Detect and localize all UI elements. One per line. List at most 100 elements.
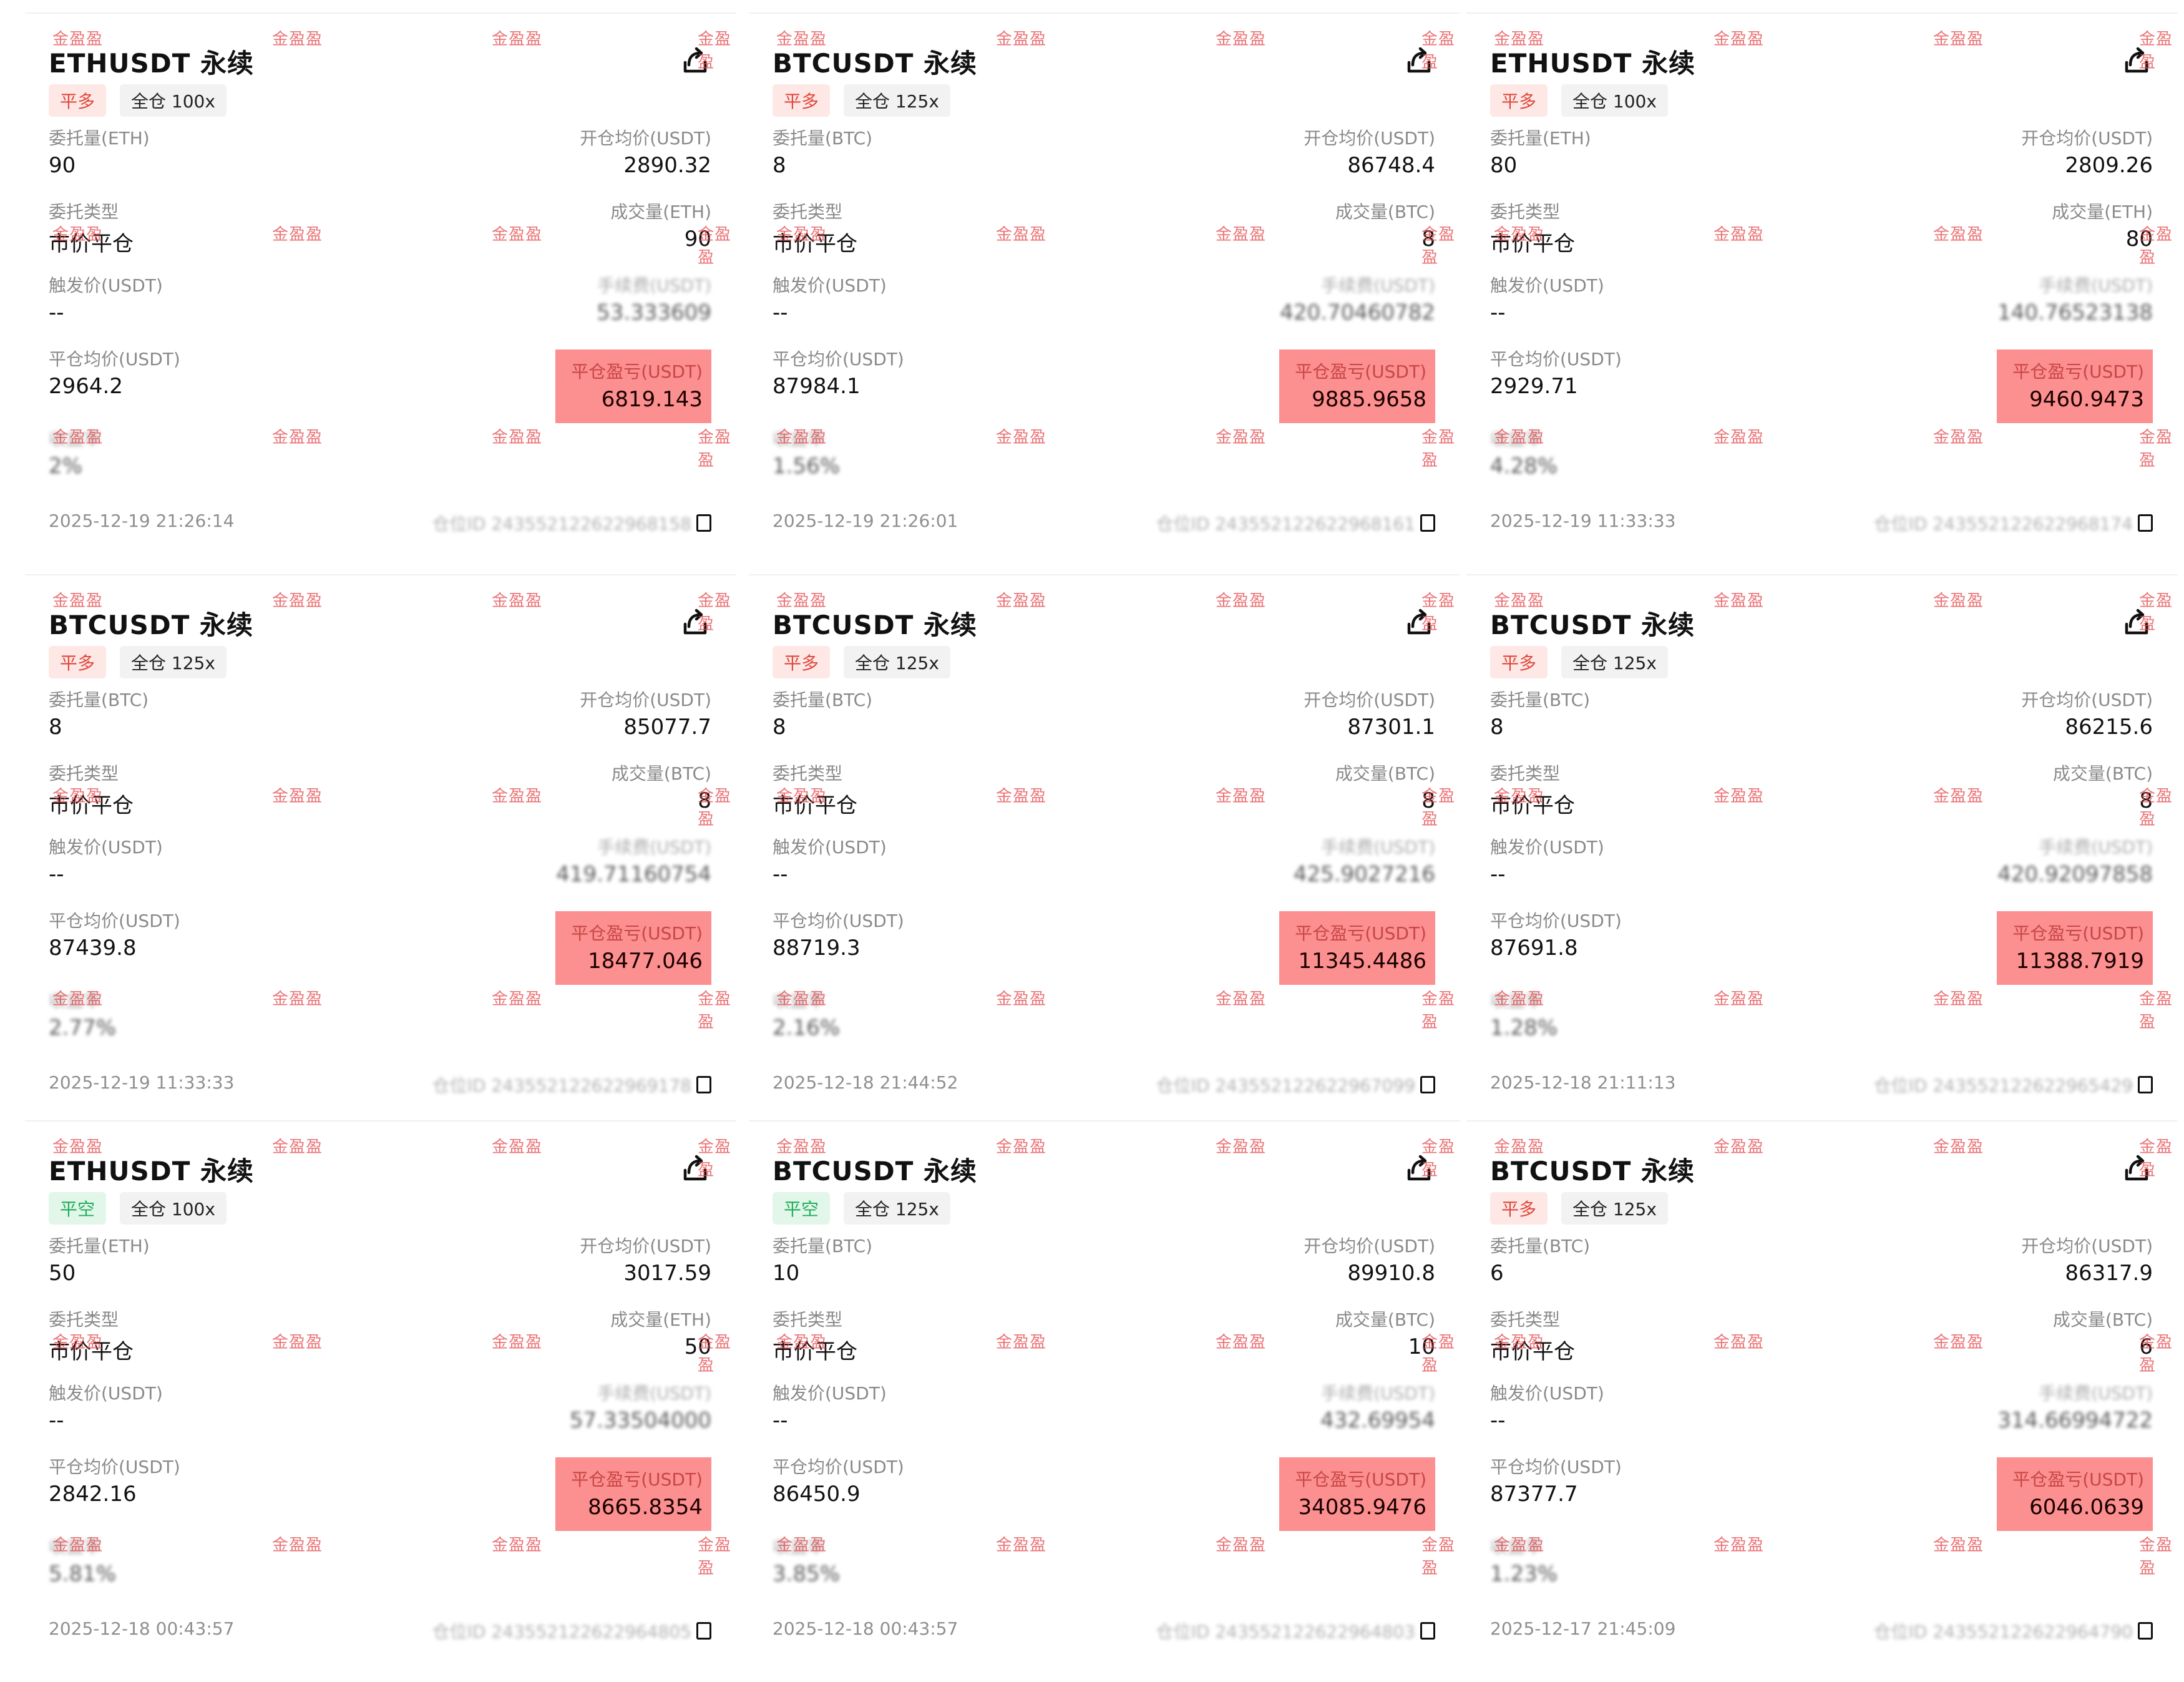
watermark-text: 金盈盈 xyxy=(2139,225,2173,267)
yield-value: 1.23% xyxy=(1490,1562,1558,1587)
margin-badge: 全仓 125x xyxy=(844,84,950,117)
order-card: BTCUSDT 永续 平空 全仓 125x 委托量(BTC) 10 开仓均价(U… xyxy=(749,1120,1460,1663)
watermark-text: 金盈盈 xyxy=(1714,592,1765,610)
watermark-text: 金盈盈 xyxy=(492,592,543,610)
position-id-text: 仓位ID 243552122622964803 xyxy=(1156,1621,1415,1642)
close-avg-value: 86450.9 xyxy=(773,1482,860,1507)
watermark-text: 金盈盈 xyxy=(492,1138,543,1156)
fee-value: 419.71160754 xyxy=(556,862,711,887)
order-timestamp: 2025-12-18 00:43:57 xyxy=(49,1618,235,1639)
order-card: ETHUSDT 永续 平多 全仓 100x 委托量(ETH) 80 开仓均价(U… xyxy=(1466,12,2178,555)
pnl-label: 平仓盈亏(USDT) xyxy=(1295,361,1426,382)
position-id[interactable]: 仓位ID 243552122622968158 xyxy=(432,511,711,535)
watermark-text: 金盈盈 xyxy=(1216,30,1267,49)
watermark-text: 金盈盈 xyxy=(1933,1333,1984,1352)
filled-label: 成交量(BTC) xyxy=(1335,202,1435,222)
side-badge: 平空 xyxy=(49,1192,107,1225)
position-id-text: 仓位ID 243552122622964790 xyxy=(1873,1621,2133,1642)
side-badge: 平多 xyxy=(1490,646,1548,678)
margin-badge: 全仓 125x xyxy=(1561,1192,1668,1225)
copy-icon[interactable] xyxy=(1420,1076,1435,1093)
copy-icon[interactable] xyxy=(696,1076,711,1093)
copy-icon[interactable] xyxy=(1420,1622,1435,1640)
position-id[interactable]: 仓位ID 243552122622964790 xyxy=(1874,1618,2153,1643)
watermark-text: 金盈盈 xyxy=(1933,428,1984,447)
card-divider xyxy=(749,12,1460,14)
pnl-highlight: 平仓盈亏(USDT) 8665.8354 xyxy=(555,1457,711,1531)
watermark-text: 金盈盈 xyxy=(1421,428,1456,470)
order-type-label: 委托类型 xyxy=(773,1309,843,1330)
order-type-label: 委托类型 xyxy=(49,763,119,784)
side-badge: 平多 xyxy=(773,84,831,117)
position-id[interactable]: 仓位ID 243552122622965429 xyxy=(1874,1072,2153,1097)
open-avg-label: 开仓均价(USDT) xyxy=(2021,128,2153,149)
watermark-text: 金盈盈 xyxy=(1421,1333,1456,1375)
trigger-value: -- xyxy=(1490,862,1506,887)
position-id[interactable]: 仓位ID 243552122622967099 xyxy=(1156,1072,1435,1097)
copy-icon[interactable] xyxy=(1420,514,1435,532)
watermark-text: 金盈盈 xyxy=(1216,990,1267,1009)
copy-icon[interactable] xyxy=(2138,1076,2153,1093)
watermark-text: 金盈盈 xyxy=(1421,225,1456,267)
copy-icon[interactable] xyxy=(696,514,711,532)
watermark-text: 金盈盈 xyxy=(1421,1536,1456,1578)
order-card: BTCUSDT 永续 平多 全仓 125x 委托量(BTC) 8 开仓均价(US… xyxy=(1466,574,2178,1117)
watermark-text: 金盈盈 xyxy=(1216,787,1267,806)
watermark-text: 金盈盈 xyxy=(996,787,1047,806)
pnl-highlight: 平仓盈亏(USDT) 9885.9658 xyxy=(1279,350,1435,423)
order-card: ETHUSDT 永续 平多 全仓 100x 委托量(ETH) 90 开仓均价(U… xyxy=(25,12,736,555)
watermark-text: 金盈盈 xyxy=(2139,1333,2173,1375)
pnl-label: 平仓盈亏(USDT) xyxy=(2012,361,2144,382)
yield-value: 1.56% xyxy=(773,454,841,479)
copy-icon[interactable] xyxy=(2138,514,2153,532)
position-id[interactable]: 仓位ID 243552122622964803 xyxy=(1156,1618,1435,1643)
pnl-value: 18477.046 xyxy=(588,949,703,974)
copy-icon[interactable] xyxy=(2138,1622,2153,1640)
filled-label: 成交量(BTC) xyxy=(2052,1309,2153,1330)
open-avg-value: 2890.32 xyxy=(623,153,711,178)
watermark-text: 金盈盈 xyxy=(52,592,104,610)
watermark-text: 金盈盈 xyxy=(2139,1138,2173,1180)
close-avg-label: 平仓均价(USDT) xyxy=(49,911,180,931)
watermark-text: 金盈盈 xyxy=(1494,225,1545,244)
watermark-text: 金盈盈 xyxy=(2139,990,2173,1032)
fee-label: 手续费(USDT) xyxy=(597,1383,711,1404)
watermark-text: 金盈盈 xyxy=(1421,1138,1456,1180)
side-badge: 平多 xyxy=(773,646,831,678)
watermark-text: 金盈盈 xyxy=(996,990,1047,1009)
watermark-text: 金盈盈 xyxy=(492,990,543,1009)
position-id[interactable]: 仓位ID 243552122622964805 xyxy=(432,1618,711,1643)
order-card: BTCUSDT 永续 平多 全仓 125x 委托量(BTC) 8 开仓均价(US… xyxy=(749,574,1460,1117)
position-id[interactable]: 仓位ID 243552122622968161 xyxy=(1156,511,1435,535)
side-badge: 平多 xyxy=(1490,1192,1548,1225)
pnl-value: 9460.9473 xyxy=(2029,387,2144,412)
pnl-value: 6046.0639 xyxy=(2029,1495,2144,1520)
position-id[interactable]: 仓位ID 243552122622969178 xyxy=(432,1072,711,1097)
order-type-label: 委托类型 xyxy=(773,763,843,784)
fee-value: 420.92097858 xyxy=(1997,862,2153,887)
close-avg-value: 87984.1 xyxy=(773,374,860,399)
margin-badge: 全仓 125x xyxy=(844,646,950,678)
close-avg-value: 2929.71 xyxy=(1490,374,1578,399)
watermark-text: 金盈盈 xyxy=(492,787,543,806)
pnl-highlight: 平仓盈亏(USDT) 34085.9476 xyxy=(1279,1457,1435,1531)
order-type-label: 委托类型 xyxy=(773,202,843,222)
position-id-text: 仓位ID 243552122622964805 xyxy=(432,1621,691,1642)
trigger-label: 触发价(USDT) xyxy=(49,1383,163,1404)
open-avg-value: 85077.7 xyxy=(623,715,711,740)
watermark-text: 金盈盈 xyxy=(1216,1536,1267,1555)
side-badge: 平多 xyxy=(1490,84,1548,117)
watermark-text: 金盈盈 xyxy=(776,787,827,806)
order-type-label: 委托类型 xyxy=(1490,763,1561,784)
watermark-text: 金盈盈 xyxy=(1216,225,1267,244)
open-avg-value: 3017.59 xyxy=(623,1261,711,1286)
copy-icon[interactable] xyxy=(696,1622,711,1640)
watermark-text: 金盈盈 xyxy=(1494,787,1545,806)
fee-label: 手续费(USDT) xyxy=(597,837,711,858)
watermark-text: 金盈盈 xyxy=(698,1333,732,1375)
open-avg-label: 开仓均价(USDT) xyxy=(1304,690,1435,710)
trigger-value: -- xyxy=(49,300,64,325)
filled-label: 成交量(BTC) xyxy=(611,763,711,784)
position-id[interactable]: 仓位ID 243552122622968174 xyxy=(1874,511,2153,535)
trigger-value: -- xyxy=(49,862,64,887)
